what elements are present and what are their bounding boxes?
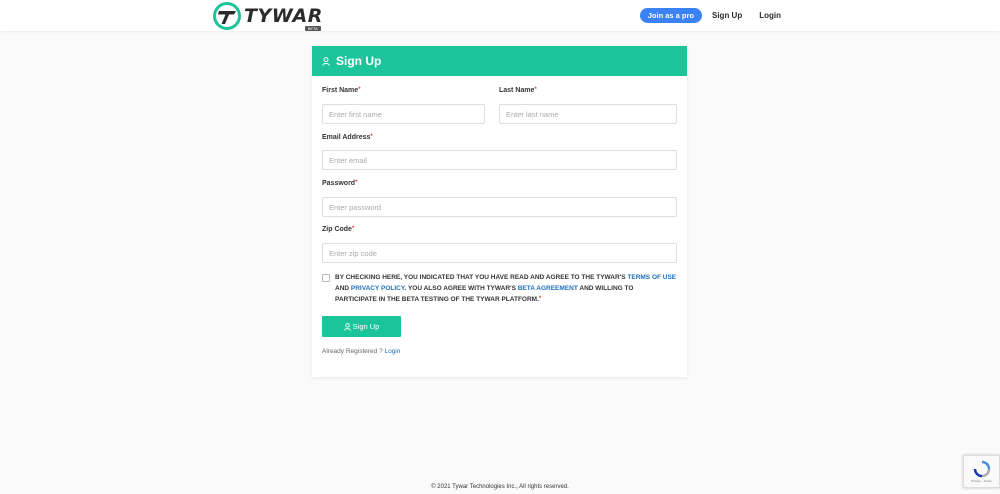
tywar-logo[interactable]: TYWAR BETA <box>212 2 323 31</box>
recaptcha-badge[interactable]: Privacy - Terms <box>963 455 1000 488</box>
password-input[interactable] <box>322 197 677 217</box>
footer-copyright: © 2021 Tywar Technologies Inc., All righ… <box>431 484 569 490</box>
logo-text: TYWAR <box>244 5 323 27</box>
join-as-pro-button[interactable]: Join as a pro <box>639 8 702 23</box>
signup-title: Sign Up <box>336 54 382 68</box>
signup-button-label: Sign Up <box>352 322 380 331</box>
tywar-logo-icon <box>213 2 241 30</box>
first-name-input[interactable] <box>322 104 485 124</box>
email-label: Email Address* <box>322 134 373 141</box>
recaptcha-text: Privacy - Terms <box>971 479 992 483</box>
login-link[interactable]: Login <box>385 348 401 355</box>
last-name-input[interactable] <box>499 104 677 124</box>
email-input[interactable] <box>322 150 677 170</box>
user-icon <box>343 322 351 331</box>
signup-submit-button[interactable]: Sign Up <box>322 316 401 337</box>
nav-login-link[interactable]: Login <box>759 11 781 20</box>
recaptcha-icon <box>973 460 990 478</box>
terms-agreement: BY CHECKING HERE, YOU INDICATED THAT YOU… <box>322 272 677 305</box>
user-icon <box>322 56 330 66</box>
beta-badge: BETA <box>304 26 321 31</box>
last-name-label: Last Name* <box>499 87 537 94</box>
zip-code-input[interactable] <box>322 243 677 263</box>
beta-agreement-link[interactable]: BETA AGREEMENT <box>518 285 578 292</box>
top-navbar: TYWAR BETA Join as a pro Sign Up Login <box>0 0 1000 31</box>
terms-of-use-link[interactable]: TERMS OF USE <box>627 274 676 281</box>
zip-code-label: Zip Code* <box>322 226 355 233</box>
signup-card: Sign Up First Name* Last Name* Email Add… <box>312 46 687 377</box>
password-label: Password* <box>322 180 358 187</box>
terms-text: BY CHECKING HERE, YOU INDICATED THAT YOU… <box>335 274 677 303</box>
privacy-policy-link[interactable]: PRIVACY POLICY <box>351 285 405 292</box>
already-registered: Already Registered ? Login <box>322 348 401 355</box>
signup-card-header: Sign Up <box>312 46 687 76</box>
first-name-label: First Name* <box>322 87 361 94</box>
nav-signup-link[interactable]: Sign Up <box>712 11 742 20</box>
terms-checkbox[interactable] <box>322 274 330 282</box>
